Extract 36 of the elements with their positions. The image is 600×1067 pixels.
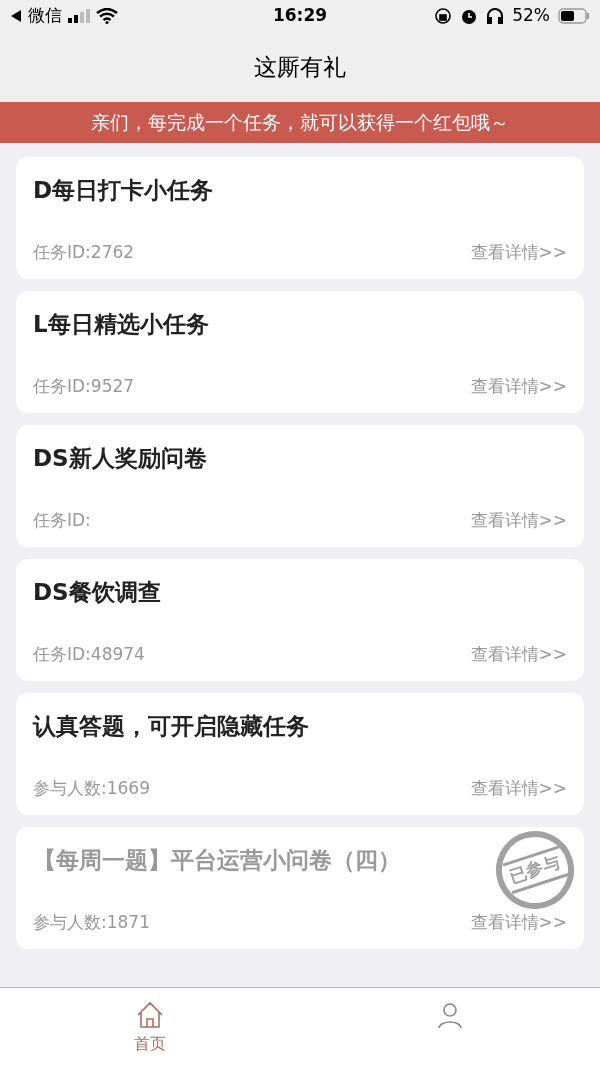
task-title: D每日打卡小任务 (33, 176, 214, 205)
task-title: DS餐饮调查 (33, 578, 161, 607)
task-meta: 参与人数:1871 (33, 910, 150, 934)
task-card[interactable]: D每日打卡小任务 任务ID:2762 查看详情>> (16, 157, 584, 279)
back-icon (10, 9, 22, 23)
battery-icon (558, 8, 590, 24)
signal-icon (68, 9, 90, 23)
task-meta: 任务ID: (33, 508, 91, 532)
battery-percent: 52% (512, 4, 550, 28)
task-meta: 参与人数:1669 (33, 776, 150, 800)
task-card[interactable]: DS餐饮调查 任务ID:48974 查看详情>> (16, 559, 584, 681)
task-meta: 任务ID:48974 (33, 642, 145, 666)
notice-banner: 亲们，每完成一个任务，就可以获得一个红包哦～ (0, 102, 600, 143)
back-label[interactable]: 微信 (28, 3, 62, 29)
task-title: DS新人奖励问卷 (33, 444, 207, 473)
task-title: L每日精选小任务 (33, 310, 209, 339)
details-link[interactable]: 查看详情>> (470, 507, 567, 533)
task-card[interactable]: DS新人奖励问卷 任务ID: 查看详情>> (16, 425, 584, 547)
details-link[interactable]: 查看详情>> (470, 641, 567, 667)
headphones-icon (486, 7, 505, 25)
details-link[interactable]: 查看详情>> (470, 239, 567, 265)
clock-time: 16:29 (271, 4, 329, 28)
details-link[interactable]: 查看详情>> (470, 775, 567, 801)
wifi-icon (96, 8, 118, 24)
task-title: 认真答题，可开启隐藏任务 (33, 712, 309, 741)
details-link[interactable]: 查看详情>> (470, 373, 567, 399)
task-meta: 任务ID:2762 (33, 240, 135, 264)
task-card[interactable]: 【每周一题】平台运营小问卷（四） 参与人数:1871 查看详情>> 已参与 (16, 827, 584, 949)
person-icon (435, 1000, 465, 1030)
task-card[interactable]: 认真答题，可开启隐藏任务 参与人数:1669 查看详情>> (16, 693, 584, 815)
task-title: 【每周一题】平台运营小问卷（四） (33, 846, 401, 875)
details-link[interactable]: 查看详情>> (470, 909, 567, 935)
page-title: 这厮有礼 (254, 52, 346, 82)
task-meta: 任务ID:9527 (33, 374, 135, 398)
task-card[interactable]: L每日精选小任务 任务ID:9527 查看详情>> (16, 291, 584, 413)
home-icon (135, 1000, 165, 1030)
